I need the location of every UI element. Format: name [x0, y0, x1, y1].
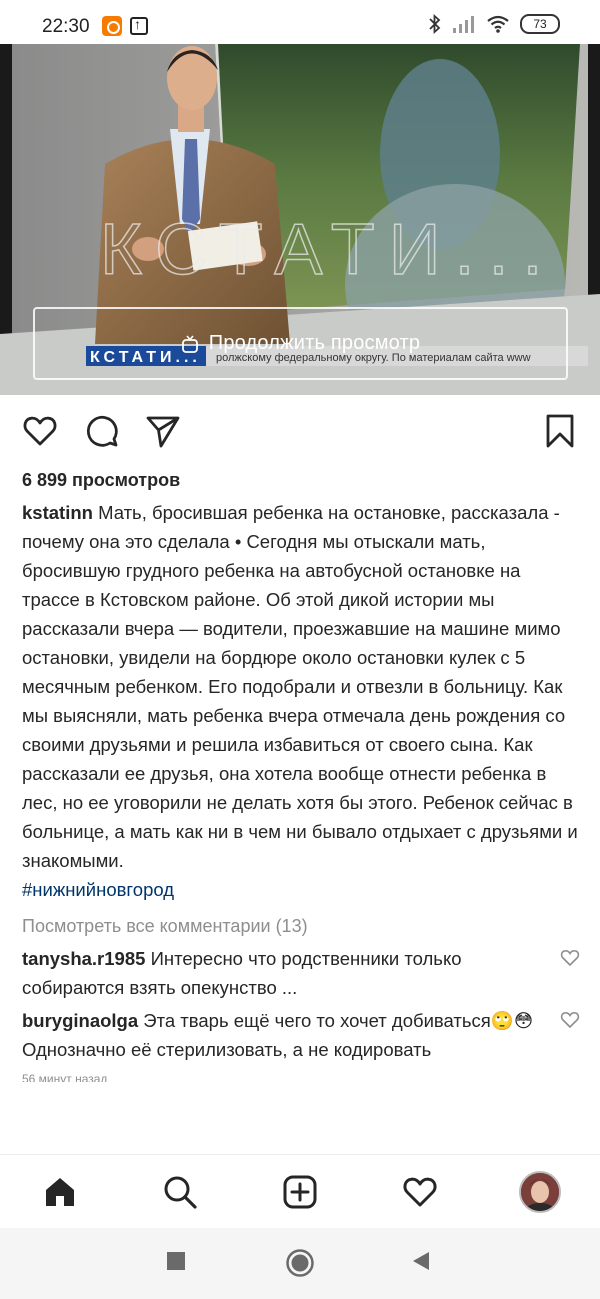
app-notification-icon [102, 16, 122, 36]
wifi-icon [487, 15, 509, 33]
status-right: 73 [428, 14, 560, 34]
activity-heart-icon[interactable] [402, 1174, 438, 1210]
heart-icon[interactable] [22, 413, 58, 449]
comment-icon[interactable] [84, 413, 120, 449]
comment-item: tanysha.r1985 Интересно что родственники… [22, 944, 582, 1002]
signal-icon [453, 16, 474, 33]
comment-like-icon[interactable] [560, 1010, 580, 1030]
video-player[interactable]: КСТАТИ... ролжскому федеральному округу.… [0, 44, 600, 395]
upload-icon [130, 16, 148, 35]
search-icon[interactable] [162, 1174, 198, 1210]
recents-square-icon[interactable] [165, 1250, 187, 1272]
status-bar: 22:30 73 [0, 0, 600, 44]
bottom-navigation [0, 1154, 600, 1228]
share-icon[interactable] [145, 413, 181, 449]
comment-username[interactable]: tanysha.r1985 [22, 948, 145, 969]
post-timestamp: 56 минут назад [22, 1072, 108, 1082]
igtv-icon [181, 334, 198, 353]
battery-icon: 73 [520, 14, 560, 34]
profile-avatar[interactable] [519, 1171, 561, 1213]
video-watermark: КСТАТИ... [100, 210, 556, 290]
status-time: 22:30 [42, 16, 90, 37]
post-content: 6 899 просмотров kstatinn Мать, бросивша… [22, 466, 582, 1082]
bookmark-icon[interactable] [542, 413, 578, 449]
system-navigation-bar [0, 1228, 600, 1299]
avatar-image [521, 1173, 559, 1211]
post-caption: kstatinn Мать, бросившая ребенка на оста… [22, 498, 582, 875]
caption-text: Мать, бросившая ребенка на остановке, ра… [22, 502, 578, 871]
view-all-comments-link[interactable]: Посмотреть все комментарии (13) [22, 912, 582, 940]
hashtag-link[interactable]: #нижнийновгород [22, 875, 582, 904]
home-icon[interactable] [42, 1174, 78, 1210]
add-post-icon[interactable] [282, 1174, 318, 1210]
comment-like-icon[interactable] [560, 948, 580, 968]
caption-username[interactable]: kstatinn [22, 502, 93, 523]
back-triangle-icon[interactable] [410, 1250, 432, 1272]
continue-watching-button[interactable]: Продолжить просмотр [33, 307, 568, 380]
bluetooth-icon [429, 14, 441, 34]
post-actions [0, 395, 600, 467]
comment-item: buryginaolga Эта тварь ещё чего то хочет… [22, 1006, 582, 1064]
home-circle-icon[interactable] [285, 1248, 315, 1278]
view-count[interactable]: 6 899 просмотров [22, 466, 582, 494]
continue-watching-label: Продолжить просмотр [208, 332, 421, 354]
comment-username[interactable]: buryginaolga [22, 1010, 138, 1031]
